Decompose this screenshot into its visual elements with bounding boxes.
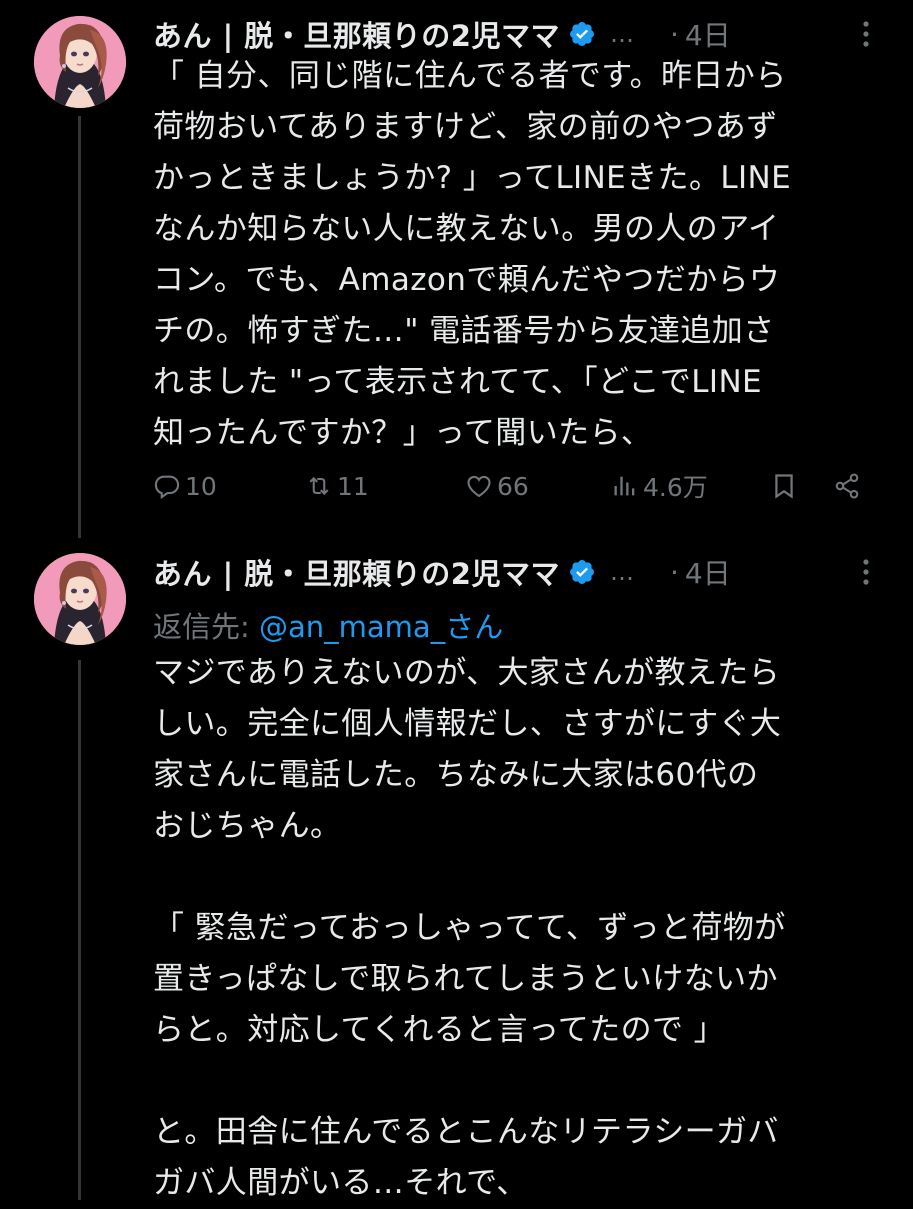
share-button[interactable] (833, 464, 865, 508)
retweet-button[interactable]: 11 (305, 464, 369, 508)
verified-badge-icon (568, 558, 596, 586)
tweet-header: あん | 脱・旦那頼りの2児ママ … · 4日 (153, 14, 873, 54)
avatar-illustration (34, 16, 126, 108)
more-options-icon[interactable] (859, 556, 873, 588)
bookmark-icon (775, 474, 793, 499)
share-icon (835, 473, 859, 499)
analytics-icon (614, 476, 635, 496)
tweet-text-line: しい。完全に個人情報だし、さすがにすぐ大 (153, 706, 782, 742)
tweet-text-line: 荷物おいてありますけど、家の前のやつあず (153, 109, 778, 145)
avatar[interactable] (34, 553, 126, 645)
retweet-icon (309, 476, 329, 496)
display-name[interactable]: あん | 脱・旦那頼りの2児ママ (153, 13, 560, 55)
avatar[interactable] (34, 16, 126, 108)
tweet-text: マジでありえないのが、大家さんが教えたら しい。完全に個人情報だし、さすがにすぐ… (153, 648, 878, 1209)
heart-icon (467, 475, 491, 498)
tweet-text-line: チの。怖すぎた…" 電話番号から友達追加さ (153, 313, 775, 349)
tweet-text-line: 「 自分、同じ階に住んでる者です。昨日から (153, 58, 787, 94)
timestamp[interactable]: 4日 (685, 14, 731, 54)
tweet-text-line: マジでありえないのが、大家さんが教えたら (153, 655, 781, 691)
tweet-text-line: コン。でも、Amazonで頼んだやつだからウ (153, 262, 781, 298)
reply-button[interactable]: 10 (153, 464, 217, 508)
tweet-text-line: ガバ人間がいる…それで、 (153, 1165, 528, 1201)
reply-to-label: 返信先: (153, 610, 259, 644)
like-button[interactable]: 66 (465, 464, 529, 508)
time-separator: · (669, 17, 679, 51)
bookmark-button[interactable] (770, 464, 802, 508)
tweet-text-line: れました "って表示されてて、「どこでLINE (153, 364, 763, 400)
timestamp[interactable]: 4日 (685, 552, 731, 592)
tweet-text-line: なんか知らない人に教えない。男の人のアイ (153, 211, 780, 247)
tweet-text: 「 自分、同じ階に住んでる者です。昨日から 荷物おいてありますけど、家の前のやつ… (153, 51, 878, 459)
view-count: 4.6万 (643, 473, 708, 502)
reply-to-mention-link[interactable]: @an_mama_さん (259, 610, 503, 644)
more-options-icon[interactable] (859, 18, 873, 50)
verified-badge-icon (568, 20, 596, 48)
reply-count: 10 (185, 471, 217, 501)
tweet-text-line: 「 緊急だっておっしゃってて、ずっと荷物が (153, 910, 786, 946)
avatar-illustration (34, 553, 126, 645)
tweet-header: あん | 脱・旦那頼りの2児ママ … · 4日 (153, 552, 873, 592)
display-name[interactable]: あん | 脱・旦那頼りの2児ママ (153, 551, 560, 593)
handle-truncated: … (609, 20, 636, 48)
tweet-actions: 10 11 66 4.6万 (153, 464, 873, 508)
tweet-2[interactable]: あん | 脱・旦那頼りの2児ママ … · 4日 返信先: @an_mama_さん… (0, 540, 913, 1201)
tweet-text-line: おじちゃん。 (153, 808, 342, 844)
tweet-text-line: かっときましょうか? 」ってLINEきた。LINE (153, 160, 792, 196)
reply-to-line: 返信先: @an_mama_さん (153, 604, 503, 646)
tweet-1[interactable]: あん | 脱・旦那頼りの2児ママ … · 4日 「 自分、同じ階に住んでる者です… (0, 0, 913, 530)
tweet-text-line: 家さんに電話した。ちなみに大家は60代の (153, 757, 759, 793)
handle-truncated: … (609, 558, 636, 586)
like-count: 66 (497, 471, 529, 501)
reply-icon (154, 475, 180, 500)
time-separator: · (669, 555, 679, 589)
tweet-text-line: らと。対応してくれると言ってたので 」 (153, 1012, 726, 1048)
tweet-text-line: 置きっぱなしで取られてしまうといけないか (153, 961, 778, 997)
tweet-text-line: と。田舎に住んでるとこんなリテラシーガバ (153, 1114, 779, 1150)
views-button[interactable]: 4.6万 (611, 464, 708, 508)
retweet-count: 11 (337, 471, 369, 501)
tweet-text-line: 知ったんですか？」って聞いたら、 (153, 415, 653, 451)
